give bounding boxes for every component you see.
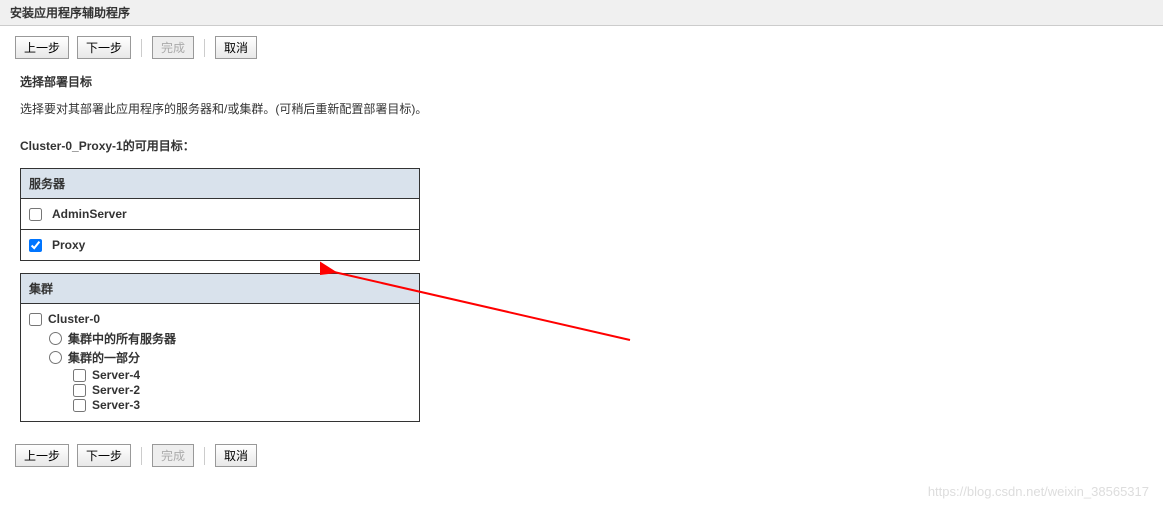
targets-label: Cluster-0_Proxy-1的可用目标：: [20, 137, 1143, 154]
button-divider: [141, 39, 142, 57]
cluster-option-all[interactable]: 集群中的所有服务器: [49, 330, 411, 347]
cluster-option-part[interactable]: 集群的一部分: [49, 349, 411, 366]
button-row-bottom: 上一步 下一步 完成 取消: [0, 434, 1163, 475]
title-bar: 安装应用程序辅助程序: [0, 0, 1163, 26]
server-row-proxy[interactable]: Proxy: [21, 230, 419, 260]
content-area: 选择部署目标 选择要对其部署此应用程序的服务器和/或集群。(可稍后重新配置部署目…: [0, 73, 1163, 422]
next-button[interactable]: 下一步: [77, 36, 131, 59]
server-row-adminserver[interactable]: AdminServer: [21, 199, 419, 230]
watermark-text: https://blog.csdn.net/weixin_38565317: [928, 484, 1149, 499]
cluster-radio-all[interactable]: [49, 332, 62, 345]
button-divider: [204, 39, 205, 57]
cluster-radio-part[interactable]: [49, 351, 62, 364]
cluster-option-all-label: 集群中的所有服务器: [68, 330, 176, 347]
finish-button: 完成: [152, 36, 194, 59]
server-label-proxy: Proxy: [52, 238, 85, 252]
server-label-adminserver: AdminServer: [52, 207, 127, 221]
cluster-body: Cluster-0 集群中的所有服务器 集群的一部分 Server-4: [21, 304, 419, 421]
cluster-label: Cluster-0: [48, 312, 100, 326]
back-button[interactable]: 上一步: [15, 36, 69, 59]
cluster-server-checkbox[interactable]: [73, 369, 86, 382]
section-heading: 选择部署目标: [20, 73, 1143, 90]
cluster-server-item[interactable]: Server-2: [73, 383, 411, 397]
button-divider: [141, 447, 142, 465]
button-divider: [204, 447, 205, 465]
back-button[interactable]: 上一步: [15, 444, 69, 467]
cluster-server-list: Server-4 Server-2 Server-3: [73, 368, 411, 412]
next-button[interactable]: 下一步: [77, 444, 131, 467]
cluster-server-label: Server-4: [92, 368, 140, 382]
cluster-row[interactable]: Cluster-0: [29, 312, 411, 326]
cluster-options: 集群中的所有服务器 集群的一部分 Server-4 Server-2: [49, 330, 411, 412]
clusters-header: 集群: [21, 274, 419, 304]
cluster-server-checkbox[interactable]: [73, 384, 86, 397]
server-checkbox-proxy[interactable]: [29, 239, 42, 252]
server-checkbox-adminserver[interactable]: [29, 208, 42, 221]
clusters-table: 集群 Cluster-0 集群中的所有服务器 集群的一部分 Serv: [20, 273, 420, 422]
cluster-server-item[interactable]: Server-4: [73, 368, 411, 382]
cluster-server-label: Server-3: [92, 398, 140, 412]
description-text: 选择要对其部署此应用程序的服务器和/或集群。(可稍后重新配置部署目标)。: [20, 100, 1143, 117]
cluster-server-label: Server-2: [92, 383, 140, 397]
servers-header: 服务器: [21, 169, 419, 199]
cluster-option-part-label: 集群的一部分: [68, 349, 140, 366]
cluster-server-checkbox[interactable]: [73, 399, 86, 412]
cancel-button[interactable]: 取消: [215, 36, 257, 59]
cluster-checkbox[interactable]: [29, 313, 42, 326]
finish-button: 完成: [152, 444, 194, 467]
button-row-top: 上一步 下一步 完成 取消: [0, 26, 1163, 67]
servers-table: 服务器 AdminServer Proxy: [20, 168, 420, 261]
cancel-button[interactable]: 取消: [215, 444, 257, 467]
cluster-server-item[interactable]: Server-3: [73, 398, 411, 412]
